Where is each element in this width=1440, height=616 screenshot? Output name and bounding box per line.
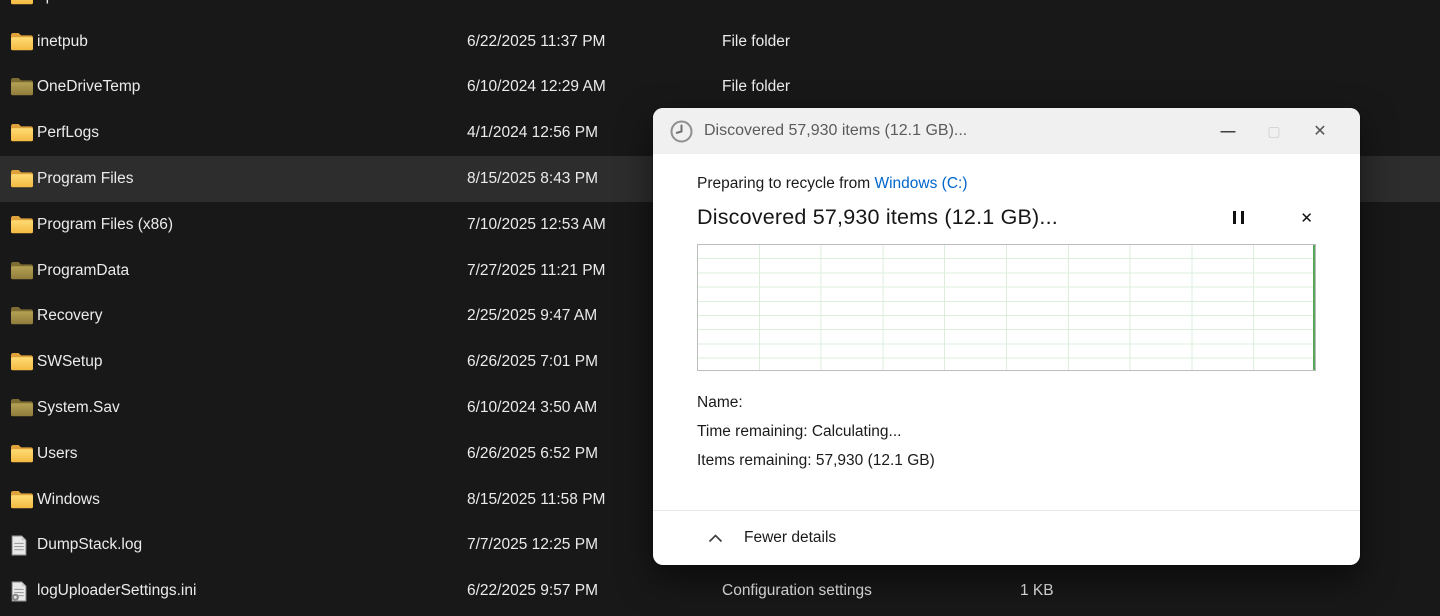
file-name: OneDriveTemp (37, 78, 141, 96)
folder-icon (10, 0, 34, 7)
detail-time-remaining: Time remaining: Calculating... (697, 423, 902, 440)
transfer-speed-chart (697, 244, 1316, 371)
date-modified: 6/22/2025 9:57 PM (467, 582, 598, 600)
file-row[interactable]: inetpub 6/22/2025 11:37 PM File folder (0, 19, 1440, 65)
folder-icon (10, 168, 34, 190)
fewer-details-label: Fewer details (744, 529, 837, 546)
date-modified: 5/10/2024 9:48 PM (467, 0, 598, 5)
file-name: Program Files (37, 170, 134, 188)
folder-icon (10, 31, 34, 53)
file-name: SWSetup (37, 353, 103, 371)
file-name: ProgramData (37, 261, 130, 279)
fewer-details-toggle[interactable]: Fewer details (653, 511, 1360, 565)
hidden-folder-icon (10, 305, 34, 327)
operation-text: Preparing to recycle from (697, 175, 875, 192)
file-row[interactable]: hp 5/10/2024 9:48 PM File folder (0, 0, 1440, 19)
detail-name: Name: (697, 394, 743, 411)
dialog-title: Discovered 57,930 items (12.1 GB)... (704, 122, 968, 139)
date-modified: 8/15/2025 11:58 PM (467, 490, 606, 508)
folder-icon (10, 443, 34, 465)
file-name: Recovery (37, 307, 103, 325)
pause-icon[interactable] (1229, 207, 1248, 228)
file-type: File folder (722, 78, 791, 96)
folder-icon (10, 489, 34, 511)
log-file-icon (10, 534, 34, 556)
file-name: hp (37, 0, 54, 5)
minimize-button[interactable]: — (1205, 123, 1251, 140)
detail-items-remaining: Items remaining: 57,930 (12.1 GB) (697, 452, 935, 469)
maximize-button[interactable]: ▢ (1251, 123, 1297, 140)
date-modified: 7/10/2025 12:53 AM (467, 215, 606, 233)
file-name: Program Files (x86) (37, 215, 174, 233)
ini-file-icon (10, 580, 34, 602)
file-row[interactable]: logUploaderSettings.ini 6/22/2025 9:57 P… (0, 568, 1440, 614)
folder-icon (10, 122, 34, 144)
dialog-titlebar[interactable]: Discovered 57,930 items (12.1 GB)... — ▢… (653, 108, 1360, 154)
operation-description: Preparing to recycle from Windows (C:) (697, 175, 1316, 193)
file-name: inetpub (37, 32, 88, 50)
hidden-folder-icon (10, 397, 34, 419)
file-type: Configuration settings (722, 582, 872, 600)
date-modified: 6/10/2024 3:50 AM (467, 399, 598, 417)
progress-heading: Discovered 57,930 items (12.1 GB)... (697, 205, 1058, 229)
file-name: PerfLogs (37, 124, 100, 142)
file-size: 1 KB (1020, 582, 1054, 600)
close-button[interactable]: ✕ (1297, 121, 1343, 141)
file-name: Windows (37, 490, 100, 508)
file-operation-dialog: Discovered 57,930 items (12.1 GB)... — ▢… (653, 108, 1360, 565)
hidden-folder-icon (10, 76, 34, 98)
folder-icon (10, 214, 34, 236)
clock-icon (670, 120, 693, 143)
cancel-operation-icon[interactable]: ✕ (1300, 209, 1313, 227)
source-drive-link[interactable]: Windows (C:) (874, 175, 967, 192)
date-modified: 2/25/2025 9:47 AM (467, 307, 598, 325)
chart-cursor-line (1313, 245, 1315, 370)
file-name: DumpStack.log (37, 536, 143, 554)
file-name: Users (37, 444, 78, 462)
file-name: System.Sav (37, 399, 120, 417)
file-type: File folder (722, 0, 790, 5)
date-modified: 4/1/2024 12:56 PM (467, 124, 598, 142)
file-name: logUploaderSettings.ini (37, 582, 197, 600)
hidden-folder-icon (10, 260, 34, 282)
chevron-up-icon (708, 533, 744, 543)
date-modified: 6/26/2025 6:52 PM (467, 444, 598, 462)
date-modified: 8/15/2025 8:43 PM (467, 170, 598, 188)
date-modified: 7/7/2025 12:25 PM (467, 536, 598, 554)
date-modified: 7/27/2025 11:21 PM (467, 261, 606, 279)
date-modified: 6/10/2024 12:29 AM (467, 78, 606, 96)
date-modified: 6/26/2025 7:01 PM (467, 353, 598, 371)
file-row[interactable]: OneDriveTemp 6/10/2024 12:29 AM File fol… (0, 65, 1440, 111)
file-type: File folder (722, 32, 791, 50)
folder-icon (10, 351, 34, 373)
date-modified: 6/22/2025 11:37 PM (467, 32, 606, 50)
